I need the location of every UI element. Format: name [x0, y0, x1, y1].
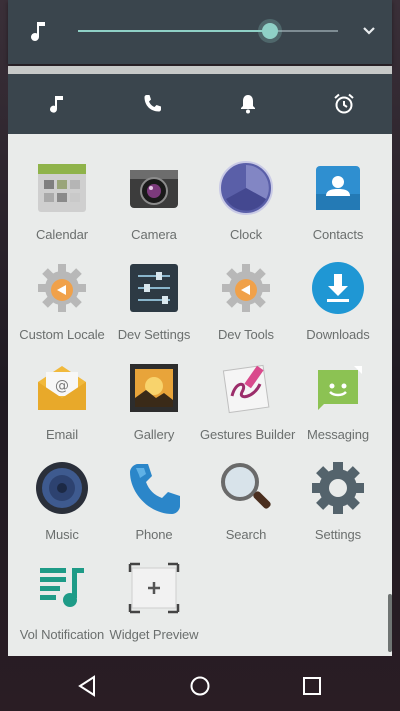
app-label: Gestures Builder: [200, 427, 296, 442]
app-clock[interactable]: Clock: [200, 160, 292, 242]
app-gallery[interactable]: Gallery: [108, 360, 200, 442]
app-widget-preview[interactable]: Widget Preview: [108, 560, 200, 642]
volume-slider-fill: [78, 30, 271, 32]
app-label: Search: [225, 527, 267, 542]
alarm-icon[interactable]: [332, 92, 356, 116]
phone-icon: [130, 464, 180, 514]
svg-text:@: @: [55, 378, 69, 394]
bell-icon[interactable]: [236, 92, 260, 116]
app-label: Vol Notification: [19, 627, 105, 642]
settings-gear-icon: [312, 462, 364, 514]
app-label: Gallery: [133, 427, 175, 442]
app-email[interactable]: @ Email: [16, 360, 108, 442]
music-note-icon: [31, 22, 45, 41]
calendar-icon: [38, 164, 86, 212]
app-label: Custom Locale: [19, 327, 105, 342]
app-label: Settings: [314, 527, 362, 542]
app-label: Contacts: [312, 227, 364, 242]
clock-icon: [219, 161, 273, 215]
app-label: Messaging: [307, 427, 369, 442]
app-label: Music: [45, 527, 79, 542]
phone-icon[interactable]: [140, 92, 164, 116]
app-drawer: Calendar Camera Clock Contacts Custom Lo…: [8, 134, 392, 656]
gestures-icon: [222, 364, 270, 414]
volume-panel: [8, 0, 392, 64]
recents-icon[interactable]: [299, 673, 325, 699]
app-calendar[interactable]: Calendar: [16, 160, 108, 242]
app-gestures-builder[interactable]: Gestures Builder: [200, 360, 296, 442]
volume-slider[interactable]: [78, 23, 338, 39]
app-label: Phone: [135, 527, 173, 542]
gear-icon: [222, 264, 270, 312]
widget-preview-icon: [128, 562, 180, 614]
app-music[interactable]: Music: [16, 460, 108, 542]
app-settings[interactable]: Settings: [292, 460, 384, 542]
app-contacts[interactable]: Contacts: [292, 160, 384, 242]
magnifier-icon: [221, 463, 271, 509]
app-label: Downloads: [306, 327, 370, 342]
app-label: Clock: [229, 227, 262, 242]
app-label: Camera: [131, 227, 177, 242]
messaging-icon: [318, 366, 362, 410]
app-label: Dev Settings: [117, 327, 191, 342]
back-icon[interactable]: [75, 673, 101, 699]
app-messaging[interactable]: Messaging: [292, 360, 384, 442]
music-notes-icon: [40, 568, 84, 607]
app-label: Widget Preview: [109, 627, 199, 642]
app-dev-settings[interactable]: Dev Settings: [108, 260, 200, 342]
navigation-bar: [0, 661, 400, 711]
gear-icon: [38, 264, 86, 312]
app-downloads[interactable]: Downloads: [292, 260, 384, 342]
stream-row: [8, 74, 392, 134]
sliders-icon: [130, 264, 178, 312]
camera-icon: [130, 170, 178, 208]
chevron-down-icon[interactable]: [360, 22, 378, 40]
app-camera[interactable]: Camera: [108, 160, 200, 242]
app-label: Calendar: [36, 227, 88, 242]
app-dev-tools[interactable]: Dev Tools: [200, 260, 292, 342]
home-icon[interactable]: [187, 673, 213, 699]
panel-divider: [8, 66, 392, 74]
app-label: Email: [45, 427, 78, 442]
contacts-icon: [316, 166, 360, 210]
music-note-icon[interactable]: [46, 92, 70, 116]
app-search[interactable]: Search: [200, 460, 292, 542]
download-icon: [312, 262, 364, 314]
email-icon: @: [38, 366, 86, 410]
volume-slider-thumb[interactable]: [262, 23, 279, 39]
drawer-scrollbar[interactable]: [388, 594, 392, 652]
speaker-icon: [36, 462, 88, 514]
app-vol-notification[interactable]: Vol Notification: [16, 560, 108, 642]
app-label: Dev Tools: [218, 327, 274, 342]
app-phone[interactable]: Phone: [108, 460, 200, 542]
app-custom-locale[interactable]: Custom Locale: [16, 260, 108, 342]
gallery-icon: [130, 364, 178, 412]
